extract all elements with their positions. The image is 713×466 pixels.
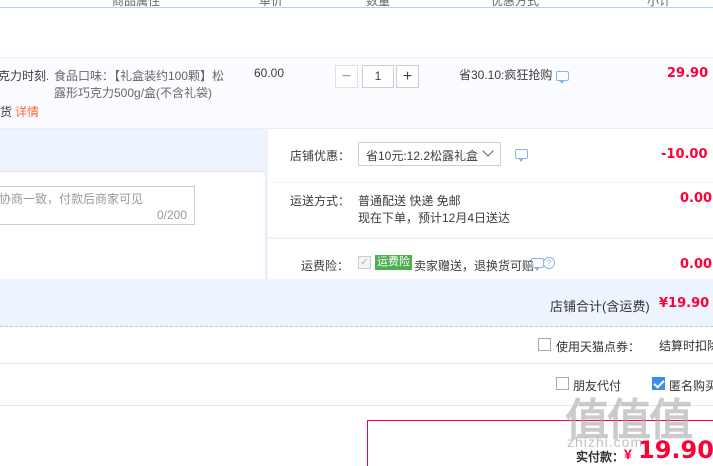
chat-icon[interactable] — [515, 149, 528, 162]
message-counter: 0/200 — [156, 208, 187, 222]
store-left-top — [0, 129, 266, 172]
product-attr-line1: 食品口味：【礼盒装约100颗】松 — [54, 69, 225, 83]
quantity-decrease-button[interactable]: − — [335, 65, 358, 88]
table-header: 商品属性 单价 数量 优惠方式 小计 — [0, 0, 713, 8]
insurance-badge: 运费险 — [375, 255, 412, 270]
message-placeholder: 协商一致，付款后商家可见 — [0, 192, 144, 206]
tmall-points-label: 使用天猫点券： — [556, 340, 641, 354]
insurance-text: 卖家赠送，退换货可赔 — [414, 259, 535, 273]
product-title-line2: 货 — [0, 105, 13, 119]
product-attr-line2: 露形巧克力500g/盒(不含礼袋) — [54, 86, 213, 100]
discount-select-value: 省10元:12.2松露礼盒 — [366, 149, 479, 163]
store-total-amount: ¥19.90 — [659, 296, 710, 311]
header-subtotal: 小计 — [647, 0, 672, 8]
tmall-points-checkbox[interactable] — [538, 338, 551, 351]
shipping-eta: 现在下单，预计12月4日送达 — [358, 211, 511, 225]
store-total-label: 店铺合计(含运费) — [550, 299, 650, 314]
watermark-site: zhizhi.com — [567, 434, 644, 450]
item-subtotal: 29.90 — [667, 66, 709, 81]
quantity-increase-button[interactable]: + — [396, 65, 419, 88]
promo-text: 省30.10:疯狂抢购 — [459, 68, 553, 82]
store-discount-select[interactable]: 省10元:12.2松露礼盒 — [358, 142, 501, 166]
insurance-amount: 0.00 — [680, 257, 713, 272]
chat-icon[interactable] — [556, 71, 569, 84]
insurance-label: 运费险： — [301, 259, 350, 273]
buyer-message-textarea[interactable]: 协商一致，付款后商家可见 0/200 — [0, 186, 195, 225]
insurance-checkbox[interactable]: ✓ — [358, 256, 371, 269]
header-price: 单价 — [259, 0, 284, 8]
header-promo: 优惠方式 — [491, 0, 540, 8]
discount-label: 店铺优惠： — [290, 149, 351, 163]
divider — [0, 363, 713, 364]
shipping-method: 普通配送 快递 免邮 — [358, 194, 461, 208]
product-title[interactable]: 克力时刻... — [0, 67, 48, 84]
tmall-points-note: 结算时扣除 — [659, 339, 713, 353]
payment-label: 实付款： — [576, 450, 625, 464]
detail-link[interactable]: 详情 — [15, 103, 39, 120]
discount-amount: -10.00 — [661, 147, 708, 162]
shipping-amount: 0.00 — [680, 191, 713, 206]
header-qty: 数量 — [366, 0, 391, 8]
shipping-label: 运送方式： — [290, 194, 351, 208]
chevron-down-icon — [482, 145, 494, 157]
unit-price: 60.00 — [254, 66, 285, 80]
quantity-input[interactable]: 1 — [362, 65, 394, 88]
help-icon[interactable]: ? — [543, 257, 555, 269]
header-attr: 商品属性 — [112, 0, 161, 8]
